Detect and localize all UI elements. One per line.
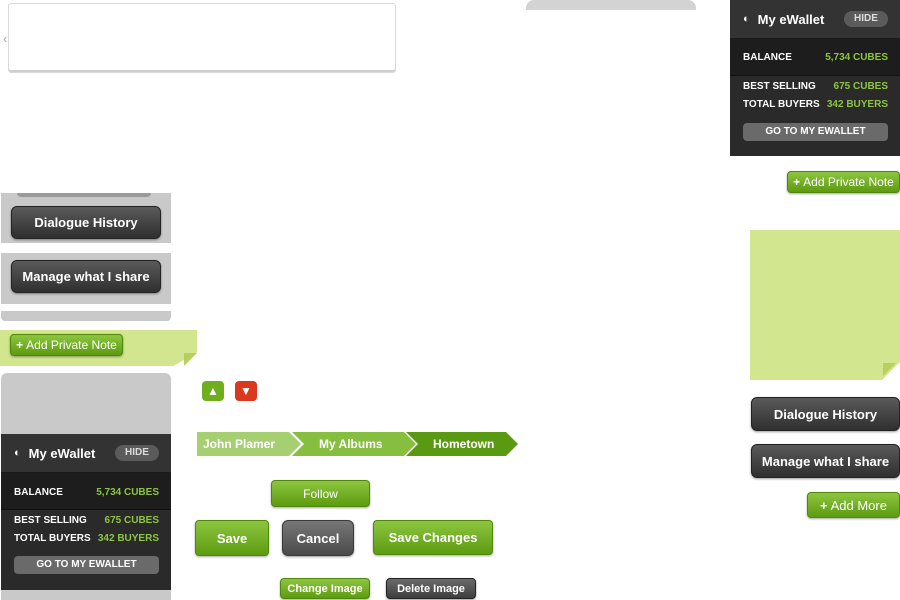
balance-label: BALANCE [14, 487, 63, 498]
total-buyers-label: TOTAL BUYERS [743, 99, 820, 110]
breadcrumb-item-2[interactable]: My Albums [292, 432, 416, 456]
total-buyers-label: TOTAL BUYERS [14, 533, 91, 544]
balance-row: BALANCE 5,734 CUBES [1, 473, 171, 510]
save-button[interactable]: Save [195, 520, 269, 556]
balance-row: BALANCE 5,734 CUBES [730, 39, 900, 76]
eye-icon: ◐ [743, 13, 750, 25]
thumbs-down-icon[interactable]: ▼ [235, 381, 257, 401]
manage-share-button-right[interactable]: Manage what I share [751, 444, 900, 478]
add-more-label: Add More [830, 497, 887, 513]
top-input-panel[interactable] [8, 3, 396, 73]
add-private-note-label: Add Private Note [803, 175, 894, 189]
breadcrumb-label: Hometown [433, 437, 495, 451]
wallet-left-top-frame [1, 373, 171, 434]
add-private-note-button-left[interactable]: + Add Private Note [10, 334, 123, 356]
ewallet-header: ◐ My eWallet HIDE [730, 0, 900, 39]
sticky-note [750, 230, 900, 380]
dialogue-history-button-right[interactable]: Dialogue History [751, 397, 900, 431]
balance-value: 5,734 CUBES [96, 487, 159, 498]
ewallet-widget-left: ◐ My eWallet HIDE BALANCE 5,734 CUBES BES… [1, 434, 171, 590]
best-selling-label: BEST SELLING [14, 515, 87, 526]
sidebar-block-manage: Manage what I share [1, 253, 171, 304]
note-fold [184, 353, 197, 366]
sidebar-block-dialogue: Dialogue History [1, 193, 171, 243]
eye-icon: ◐ [14, 447, 21, 459]
manage-share-button[interactable]: Manage what I share [11, 260, 161, 293]
ewallet-title: My eWallet [28, 445, 96, 461]
plus-icon: + [16, 338, 24, 352]
go-to-ewallet-button[interactable]: GO TO MY EWALLET [14, 556, 159, 574]
breadcrumb-item-3[interactable]: Hometown [406, 432, 518, 456]
breadcrumb-label: My Albums [319, 437, 383, 451]
dialogue-history-button[interactable]: Dialogue History [11, 206, 161, 239]
delete-image-button[interactable]: Delete Image [386, 578, 476, 599]
ewallet-title: My eWallet [757, 11, 825, 27]
hide-button[interactable]: HIDE [115, 445, 159, 461]
thumbs-up-icon[interactable]: ▲ [202, 381, 224, 401]
follow-button[interactable]: Follow [271, 480, 370, 507]
best-selling-label: BEST SELLING [743, 81, 816, 92]
note-fold [883, 363, 896, 376]
total-buyers-value: 342 BUYERS [826, 99, 888, 110]
balance-value: 5,734 CUBES [825, 52, 888, 63]
ewallet-header: ◐ My eWallet HIDE [1, 434, 171, 473]
ewallet-widget-top: ◐ My eWallet HIDE BALANCE 5,734 CUBES BES… [730, 0, 900, 156]
sidebar-block-bottom [1, 311, 171, 321]
add-private-note-label: Add Private Note [26, 338, 117, 352]
balance-label: BALANCE [743, 52, 792, 63]
save-changes-button[interactable]: Save Changes [373, 520, 493, 555]
go-to-ewallet-button[interactable]: GO TO MY EWALLET [743, 123, 888, 141]
plus-icon: + [793, 175, 801, 189]
wallet-left-bottom-frame [1, 590, 171, 600]
breadcrumb-label: John Plamer [203, 437, 276, 451]
add-private-note-button-right[interactable]: + Add Private Note [787, 171, 900, 193]
plus-icon: + [820, 497, 828, 513]
best-selling-value: 675 CUBES [104, 515, 159, 526]
best-selling-value: 675 CUBES [833, 81, 888, 92]
add-more-button[interactable]: + Add More [807, 492, 900, 518]
change-image-button[interactable]: Change Image [280, 578, 370, 599]
top-tab [526, 0, 696, 10]
chevron-left-icon[interactable]: ‹ [3, 32, 7, 45]
breadcrumb-item-1[interactable]: John Plamer [197, 432, 301, 456]
cancel-button[interactable]: Cancel [282, 520, 354, 556]
hide-button[interactable]: HIDE [844, 11, 888, 27]
sidebar-button-edge [17, 193, 151, 197]
total-buyers-value: 342 BUYERS [97, 533, 159, 544]
